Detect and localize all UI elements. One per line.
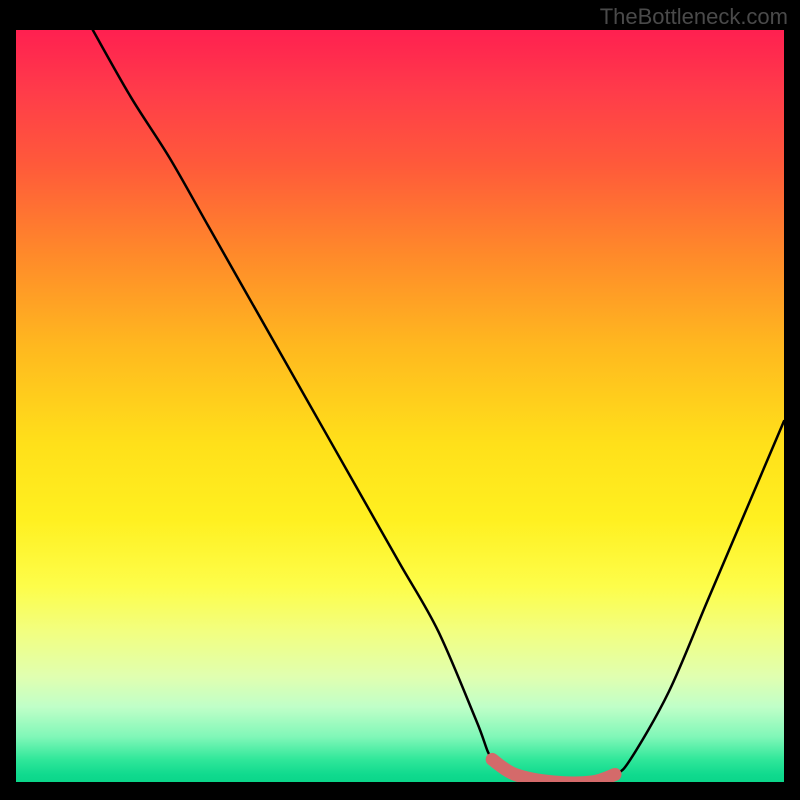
- chart-overlay: [16, 30, 784, 782]
- optimal-range-highlight: [492, 759, 615, 782]
- optimal-range-start-dot: [486, 753, 498, 765]
- bottleneck-curve: [93, 30, 784, 782]
- watermark-text: TheBottleneck.com: [600, 4, 788, 30]
